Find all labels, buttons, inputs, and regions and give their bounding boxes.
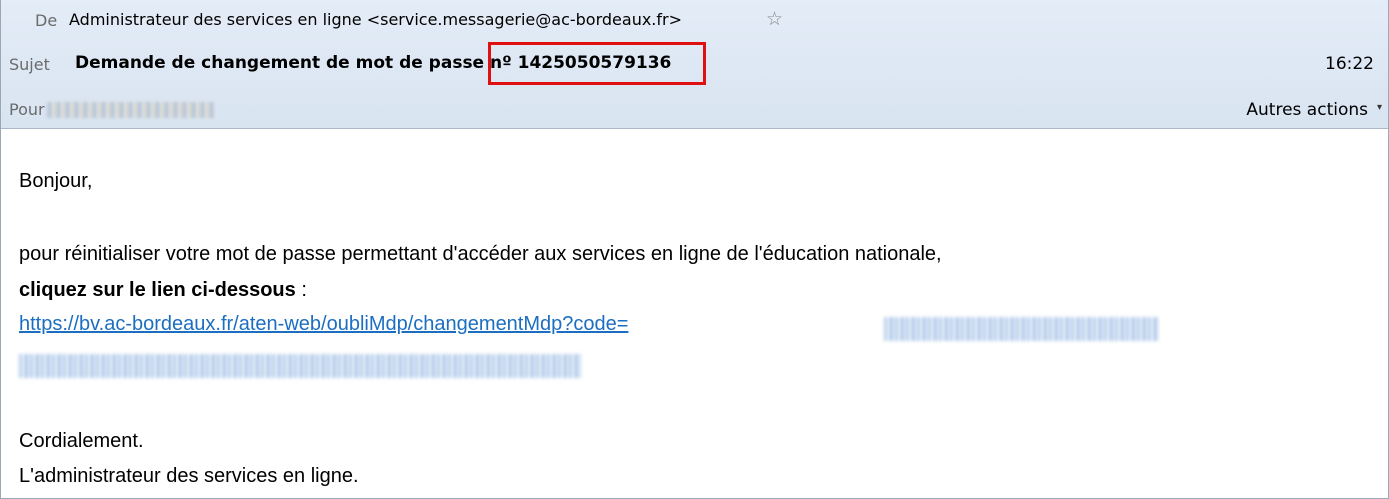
link-code-blurred[interactable] xyxy=(884,317,1159,341)
instruction-text: cliquez sur le lien ci-dessous : xyxy=(19,279,307,302)
message-time: 16:22 xyxy=(1325,54,1374,74)
subject-label: Sujet xyxy=(9,55,50,74)
to-label: Pour xyxy=(9,100,45,119)
other-actions-button[interactable]: Autres actions xyxy=(1246,100,1368,120)
from-row: De Administrateur des services en ligne … xyxy=(1,6,1388,36)
greeting-text: Bonjour, xyxy=(19,170,93,192)
link-code-blurred[interactable] xyxy=(19,354,581,378)
request-number-highlight xyxy=(488,42,706,85)
message-body: Bonjour, pour réinitialiser votre mot de… xyxy=(1,129,1388,499)
closing-text: Cordialement. xyxy=(19,430,144,452)
instruction-suffix: : xyxy=(295,279,307,301)
signature-text: L'administrateur des services en ligne. xyxy=(19,465,359,487)
to-row: Pour Autres actions ▾ xyxy=(1,93,1388,127)
chevron-down-icon[interactable]: ▾ xyxy=(1377,102,1382,113)
intro-text: pour réinitialiser votre mot de passe pe… xyxy=(19,243,942,265)
sender-address[interactable]: Administrateur des services en ligne <se… xyxy=(69,10,682,29)
reset-password-link[interactable]: https://bv.ac-bordeaux.fr/aten-web/oubli… xyxy=(19,313,628,336)
star-icon[interactable]: ☆ xyxy=(766,8,783,30)
instruction-bold: cliquez sur le lien ci-dessous xyxy=(19,279,296,301)
message-header: De Administrateur des services en ligne … xyxy=(1,0,1388,129)
from-label: De xyxy=(35,11,58,30)
email-window: De Administrateur des services en ligne … xyxy=(0,0,1389,499)
recipient-blurred xyxy=(46,102,216,118)
